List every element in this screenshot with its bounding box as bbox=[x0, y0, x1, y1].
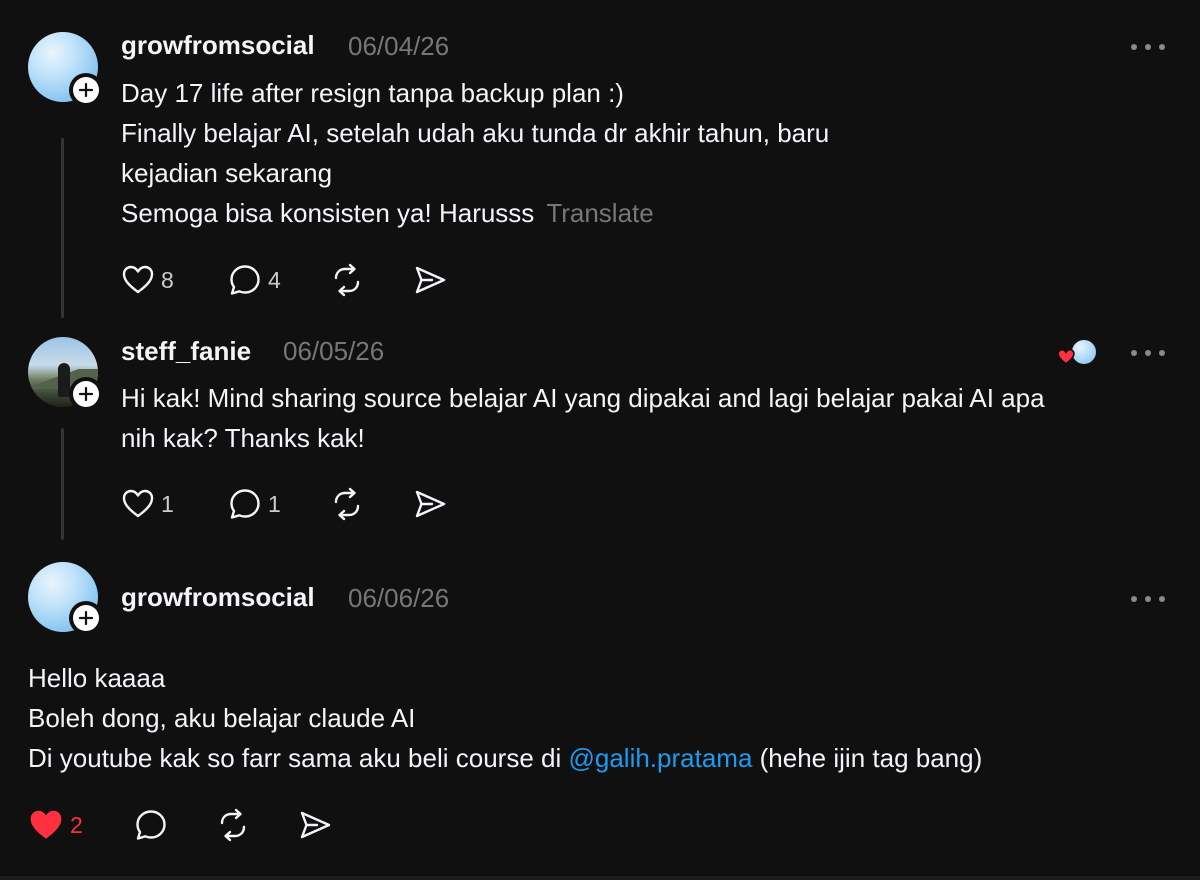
repost-button[interactable] bbox=[330, 486, 364, 522]
share-icon bbox=[300, 811, 331, 839]
username[interactable]: growfromsocial bbox=[121, 30, 315, 61]
post-1: growfromsocial 06/04/26 Day 17 life afte… bbox=[0, 0, 1200, 320]
post-line: Hello kaaaa bbox=[28, 663, 166, 693]
more-options-icon bbox=[1131, 596, 1137, 602]
plus-icon bbox=[79, 387, 93, 401]
post-2: steff_fanie 06/05/26 Hi kak! Mind sharin… bbox=[0, 320, 1200, 550]
divider bbox=[0, 876, 1200, 880]
post-line: Finally belajar AI, setelah udah aku tun… bbox=[121, 118, 830, 148]
post-body: Hi kak! Mind sharing source belajar AI y… bbox=[121, 378, 1045, 458]
repost-button[interactable] bbox=[216, 807, 250, 843]
share-icon bbox=[415, 490, 446, 518]
username[interactable]: growfromsocial bbox=[121, 582, 315, 613]
post-line: Boleh dong, aku belajar claude AI bbox=[28, 703, 416, 733]
repost-icon bbox=[220, 808, 246, 842]
like-count: 1 bbox=[161, 490, 174, 517]
post-date: 06/05/26 bbox=[283, 336, 385, 366]
post-date: 06/04/26 bbox=[348, 31, 450, 61]
repost-icon bbox=[334, 263, 360, 297]
like-button[interactable]: 2 bbox=[28, 807, 83, 843]
repost-button[interactable] bbox=[330, 262, 364, 298]
post-body: Day 17 life after resign tanpa backup pl… bbox=[121, 73, 829, 233]
more-options-icon bbox=[1131, 44, 1137, 50]
heart-icon bbox=[122, 489, 154, 518]
heart-icon bbox=[1057, 348, 1075, 365]
like-count: 2 bbox=[70, 811, 83, 838]
plus-icon bbox=[79, 83, 93, 97]
follow-button[interactable] bbox=[69, 73, 103, 107]
mention-link[interactable]: @galih.pratama bbox=[568, 743, 752, 773]
like-button[interactable]: 8 bbox=[121, 262, 174, 298]
heart-icon bbox=[30, 810, 62, 839]
plus-icon bbox=[79, 611, 93, 625]
thread-line bbox=[61, 138, 64, 318]
thread-line bbox=[61, 428, 64, 540]
reply-button[interactable]: 1 bbox=[228, 486, 281, 522]
share-button[interactable] bbox=[413, 486, 447, 522]
post-line: Semoga bisa konsisten ya! Harusss bbox=[121, 198, 535, 228]
post-line: nih kak? Thanks kak! bbox=[121, 423, 365, 453]
more-options-icon bbox=[1131, 350, 1137, 356]
post-line: Hi kak! Mind sharing source belajar AI y… bbox=[121, 383, 1045, 413]
reply-count: 4 bbox=[268, 266, 281, 293]
share-icon bbox=[415, 266, 446, 294]
post-body: Hello kaaaa Boleh dong, aku belajar clau… bbox=[28, 658, 982, 778]
more-options-button[interactable] bbox=[1131, 42, 1167, 52]
share-button[interactable] bbox=[413, 262, 447, 298]
post-line: kejadian sekarang bbox=[121, 158, 333, 188]
post-line: (hehe ijin tag bang) bbox=[752, 743, 983, 773]
post-line: Day 17 life after resign tanpa backup pl… bbox=[121, 78, 624, 108]
liked-by-avatars[interactable] bbox=[1056, 338, 1104, 368]
more-options-button[interactable] bbox=[1131, 594, 1167, 604]
comment-icon bbox=[136, 810, 166, 840]
like-count: 8 bbox=[161, 266, 174, 293]
reply-button[interactable] bbox=[134, 807, 168, 843]
comment-icon bbox=[230, 489, 260, 519]
post-line: Di youtube kak so farr sama aku beli cou… bbox=[28, 743, 569, 773]
reply-count: 1 bbox=[268, 490, 281, 517]
more-options-button[interactable] bbox=[1131, 348, 1167, 358]
heart-icon bbox=[122, 265, 154, 294]
comment-icon bbox=[230, 265, 260, 295]
like-button[interactable]: 1 bbox=[121, 486, 174, 522]
translate-link[interactable]: Translate bbox=[546, 198, 653, 228]
follow-button[interactable] bbox=[69, 601, 103, 635]
username[interactable]: steff_fanie bbox=[121, 336, 251, 367]
post-date: 06/06/26 bbox=[348, 583, 450, 613]
follow-button[interactable] bbox=[69, 377, 103, 411]
repost-icon bbox=[334, 487, 360, 521]
share-button[interactable] bbox=[298, 807, 332, 843]
reply-button[interactable]: 4 bbox=[228, 262, 281, 298]
post-3: growfromsocial 06/06/26 Hello kaaaa Bole… bbox=[0, 550, 1200, 876]
